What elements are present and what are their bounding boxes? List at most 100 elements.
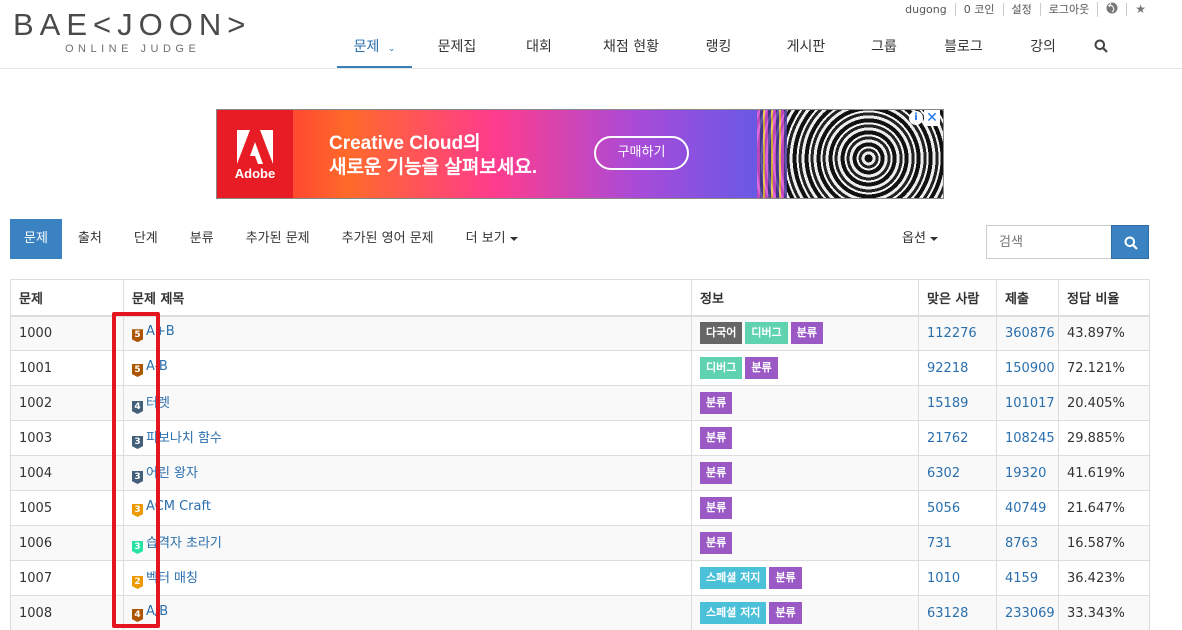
solved-count-link[interactable]: 6302 xyxy=(927,466,960,481)
options-dropdown[interactable]: 옵션 xyxy=(902,219,938,259)
star-icon[interactable]: ★ xyxy=(1126,3,1154,16)
problem-title-cell: 4 A/B xyxy=(123,595,692,630)
ad-close-icon[interactable]: ✕ xyxy=(924,110,940,126)
problem-info-cell: 스페셜 저지 분류 xyxy=(691,595,919,630)
nav-workbook[interactable]: 문제집 xyxy=(412,28,502,68)
problem-title-cell: 3 ACM Craft xyxy=(123,490,692,526)
label-category[interactable]: 분류 xyxy=(700,427,733,449)
submission-count-link[interactable]: 4159 xyxy=(1005,571,1038,586)
solved-count-link[interactable]: 5056 xyxy=(927,501,960,516)
col-header-id[interactable]: 문제 xyxy=(10,279,124,317)
solved-count-link[interactable]: 1010 xyxy=(927,571,960,586)
submission-count-link[interactable]: 101017 xyxy=(1005,396,1055,411)
submission-count-link[interactable]: 8763 xyxy=(1005,536,1038,551)
submission-count-link[interactable]: 233069 xyxy=(1005,606,1055,621)
globe-icon[interactable] xyxy=(1097,2,1126,17)
problem-id-cell: 1008 xyxy=(10,595,124,630)
coin-link[interactable]: 0 코인 xyxy=(954,3,1003,16)
solved-count-cell: 5056 xyxy=(918,490,997,526)
ad-buy-button[interactable]: 구매하기 xyxy=(594,136,689,170)
nav-board[interactable]: 게시판 xyxy=(751,28,861,68)
solved-count-link[interactable]: 112276 xyxy=(927,326,977,341)
subnav-more[interactable]: 더 보기 xyxy=(450,219,534,259)
label-category[interactable]: 분류 xyxy=(745,357,778,379)
logo-subtitle: ONLINE JUDGE xyxy=(65,43,201,55)
col-header-submissions[interactable]: 제출 xyxy=(996,279,1059,317)
caret-down-icon xyxy=(509,236,518,241)
problem-title-link[interactable]: A+B xyxy=(146,324,175,339)
problem-info-cell: 디버그 분류 xyxy=(691,350,919,386)
problem-title-link[interactable]: A/B xyxy=(146,604,168,619)
ad-info-icon[interactable]: i xyxy=(909,111,923,125)
label-debug[interactable]: 디버그 xyxy=(700,357,743,379)
submission-count-cell: 40749 xyxy=(996,490,1059,526)
subnav-added-problems[interactable]: 추가된 문제 xyxy=(230,219,326,259)
solved-count-link[interactable]: 63128 xyxy=(927,606,968,621)
label-multilang[interactable]: 다국어 xyxy=(700,322,743,345)
logout-link[interactable]: 로그아웃 xyxy=(1039,3,1097,16)
solved-count-link[interactable]: 731 xyxy=(927,536,952,551)
ad-banner[interactable]: Adobe Creative Cloud의 새로운 기능을 살펴보세요. 구매하… xyxy=(216,109,944,199)
nav-ranking[interactable]: 랭킹 xyxy=(686,28,751,68)
problem-title-cell: 3 피보나치 함수 xyxy=(123,420,692,456)
col-header-solved[interactable]: 맞은 사람 xyxy=(918,279,997,317)
problem-title-cell: 5 A-B xyxy=(123,350,692,386)
subnav-step[interactable]: 단계 xyxy=(118,219,174,259)
nav-status[interactable]: 채점 현황 xyxy=(576,28,686,68)
label-category[interactable]: 분류 xyxy=(790,322,823,345)
nav-search-button[interactable] xyxy=(1066,28,1136,68)
search-button[interactable] xyxy=(1111,225,1149,259)
submission-count-link[interactable]: 108245 xyxy=(1005,431,1055,446)
settings-link[interactable]: 설정 xyxy=(1002,3,1040,16)
submission-count-cell: 360876 xyxy=(996,315,1059,351)
subnav-category[interactable]: 분류 xyxy=(174,219,230,259)
submission-count-link[interactable]: 40749 xyxy=(1005,501,1046,516)
nav-lecture[interactable]: 강의 xyxy=(1020,28,1066,68)
nav-blog[interactable]: 블로그 xyxy=(907,28,1020,68)
subnav-source[interactable]: 출처 xyxy=(62,219,118,259)
problem-title-link[interactable]: 어린 왕자 xyxy=(146,466,198,481)
problem-id-cell: 1000 xyxy=(10,315,124,351)
problem-title-link[interactable]: 터렛 xyxy=(146,396,170,411)
problem-title-link[interactable]: ACM Craft xyxy=(146,499,211,514)
solved-count-link[interactable]: 92218 xyxy=(927,361,968,376)
label-category[interactable]: 분류 xyxy=(700,497,733,519)
solved-count-link[interactable]: 21762 xyxy=(927,431,968,446)
ad-headline: Creative Cloud의 새로운 기능을 살펴보세요. xyxy=(329,132,537,180)
nav-group[interactable]: 그룹 xyxy=(861,28,907,68)
solved-count-cell: 21762 xyxy=(918,420,997,456)
label-category[interactable]: 분류 xyxy=(700,532,733,554)
submission-count-cell: 19320 xyxy=(996,455,1059,491)
submission-count-link[interactable]: 360876 xyxy=(1005,326,1055,341)
problem-table: 문제 문제 제목 정보 맞은 사람 제출 정답 비율 1000 5 A+B 다국어 디버… xyxy=(10,279,1150,630)
nav-problems[interactable]: 문제 ⌄ xyxy=(337,28,412,68)
options-label: 옵션 xyxy=(902,231,926,246)
solved-count-link[interactable]: 15189 xyxy=(927,396,968,411)
problem-id-cell: 1004 xyxy=(10,455,124,491)
label-special-judge[interactable]: 스페셜 저지 xyxy=(700,567,767,589)
adobe-wordmark: Adobe xyxy=(234,166,276,181)
col-header-info[interactable]: 정보 xyxy=(691,279,919,317)
col-header-title[interactable]: 문제 제목 xyxy=(123,279,692,317)
table-row: 1001 5 A-B 디버그 분류 92218 150900 72.121% xyxy=(10,350,1150,386)
username-link[interactable]: dugong xyxy=(897,3,955,16)
site-logo[interactable]: BAE<JOON> ONLINE JUDGE xyxy=(13,8,263,58)
col-header-ratio[interactable]: 정답 비율 xyxy=(1058,279,1150,317)
problem-search-input[interactable] xyxy=(986,225,1112,259)
label-category[interactable]: 분류 xyxy=(700,462,733,484)
submission-count-link[interactable]: 19320 xyxy=(1005,466,1046,481)
label-category[interactable]: 분류 xyxy=(769,567,802,589)
problem-title-link[interactable]: 습격자 초라기 xyxy=(146,536,222,551)
subnav-problems[interactable]: 문제 xyxy=(10,219,62,259)
problem-title-link[interactable]: 피보나치 함수 xyxy=(146,431,222,446)
solved-count-cell: 6302 xyxy=(918,455,997,491)
label-special-judge[interactable]: 스페셜 저지 xyxy=(700,602,767,624)
label-category[interactable]: 분류 xyxy=(700,392,733,414)
submission-count-link[interactable]: 150900 xyxy=(1005,361,1055,376)
problem-title-link[interactable]: A-B xyxy=(146,359,168,374)
label-category[interactable]: 분류 xyxy=(769,602,802,624)
subnav-added-english-problems[interactable]: 추가된 영어 문제 xyxy=(326,219,450,259)
problem-title-link[interactable]: 벡터 매칭 xyxy=(146,571,198,586)
nav-contest[interactable]: 대회 xyxy=(502,28,576,68)
label-debug[interactable]: 디버그 xyxy=(745,322,788,345)
